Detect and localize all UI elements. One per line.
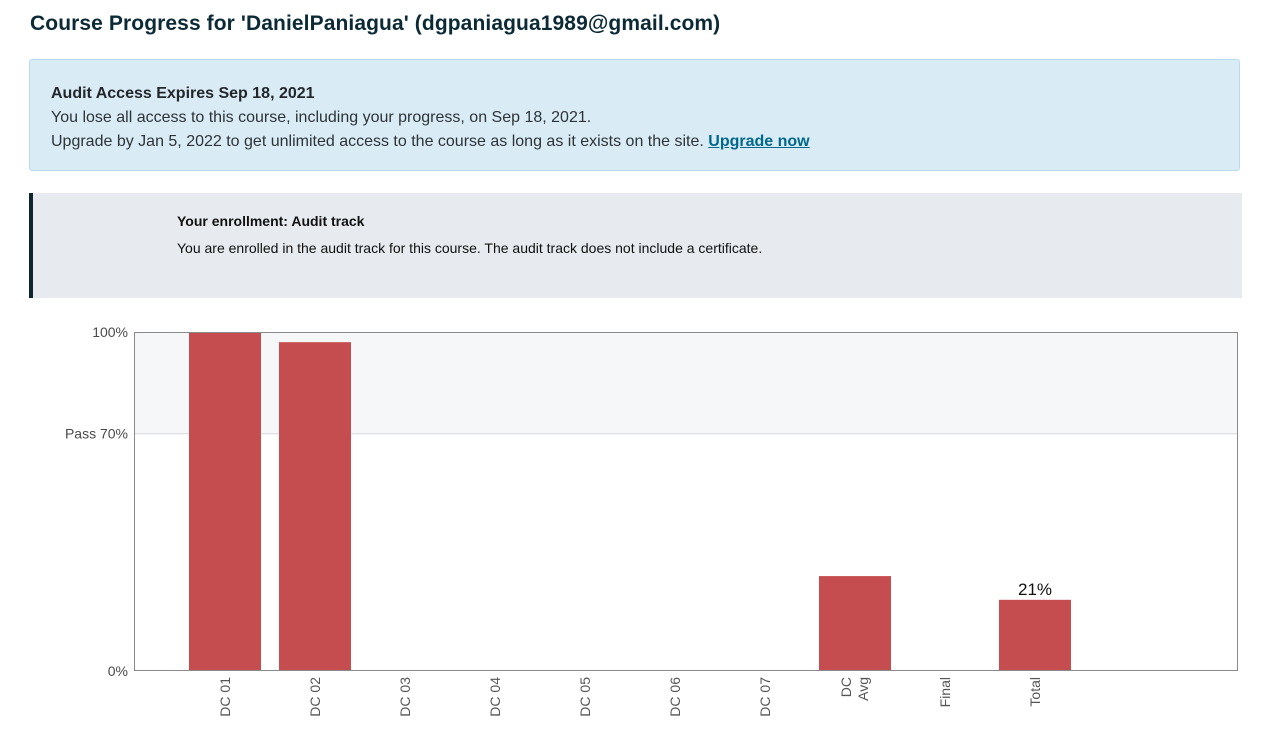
enrollment-text: You are enrolled in the audit track for … bbox=[177, 240, 763, 256]
x-tick-label: DC 07 bbox=[757, 677, 773, 717]
audit-banner-upgrade-text: Upgrade by Jan 5, 2022 to get unlimited … bbox=[51, 133, 704, 150]
enrollment-message: Your enrollment: Audit track You are enr… bbox=[29, 193, 1242, 298]
audit-banner-line2: Upgrade by Jan 5, 2022 to get unlimited … bbox=[51, 130, 1239, 154]
y-tick-label: 100% bbox=[92, 324, 128, 340]
bar-total bbox=[999, 599, 1071, 671]
x-tick-label: DC 01 bbox=[217, 677, 233, 717]
y-tick-label: Pass 70% bbox=[65, 426, 128, 442]
x-tick-label: Final bbox=[937, 677, 953, 707]
audit-banner-line1: You lose all access to this course, incl… bbox=[51, 109, 592, 126]
bar-dc-avg bbox=[819, 576, 891, 671]
audit-banner-title: Audit Access Expires Sep 18, 2021 bbox=[51, 85, 315, 102]
grade-chart: 100% Pass 70% 0% 21% DC 01 DC 02 DC 03 DC 04 DC … bbox=[0, 320, 1270, 747]
page-title: Course Progress for 'DanielPaniagua' (dg… bbox=[30, 12, 721, 35]
x-tick-label: DC 03 bbox=[397, 677, 413, 717]
audit-access-banner: Audit Access Expires Sep 18, 2021 You lo… bbox=[29, 59, 1240, 171]
bar-dc-02 bbox=[279, 342, 351, 671]
y-tick-label: 0% bbox=[108, 663, 128, 679]
x-tick-label: DC 05 bbox=[577, 677, 593, 717]
x-tick-label: DC 04 bbox=[487, 677, 503, 717]
enrollment-title: Your enrollment: Audit track bbox=[177, 213, 365, 229]
bar-dc-01 bbox=[189, 332, 261, 671]
x-tick-label: DCAvg bbox=[838, 677, 871, 701]
upgrade-now-link[interactable]: Upgrade now bbox=[708, 133, 809, 150]
x-tick-label: DC 02 bbox=[307, 677, 323, 717]
grade-chart-svg: 100% Pass 70% 0% 21% DC 01 DC 02 DC 03 DC 04 DC … bbox=[65, 324, 1238, 717]
x-tick-label: Total bbox=[1027, 677, 1043, 707]
x-tick-label: DC 06 bbox=[667, 677, 683, 717]
data-label: 21% bbox=[1018, 580, 1052, 599]
